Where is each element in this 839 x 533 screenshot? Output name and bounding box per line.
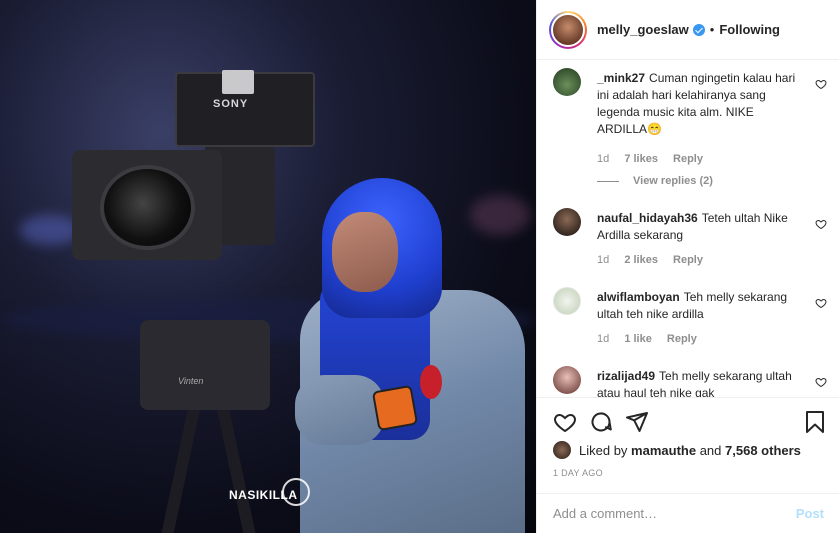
- comment-bubble-icon[interactable]: [589, 410, 613, 434]
- header-separator: •: [709, 22, 715, 37]
- comment-item: alwiflamboyan Teh melly sekarang ultah te…: [553, 287, 833, 357]
- avatar[interactable]: [549, 10, 587, 49]
- comment-username[interactable]: rizalijad49: [597, 369, 655, 383]
- following-button[interactable]: Following: [719, 22, 780, 37]
- comment-username[interactable]: _mink27: [597, 71, 645, 85]
- verified-badge-icon: [692, 23, 705, 36]
- comment-age: 1d: [597, 254, 610, 266]
- comment-username[interactable]: naufal_hidayah36: [597, 211, 698, 225]
- comment-age: 1d: [597, 153, 610, 165]
- view-replies-button[interactable]: View replies (2): [597, 175, 713, 187]
- comment-input[interactable]: [553, 506, 796, 521]
- like-comment-heart-icon[interactable]: [815, 376, 827, 388]
- comment-item: naufal_hidayah36 Teteh ultah Nike Ardilla…: [553, 208, 833, 278]
- comment-likes[interactable]: 1 like: [624, 333, 652, 345]
- likes-count-link[interactable]: 7,568 others: [725, 443, 801, 458]
- post-comment-button[interactable]: Post: [796, 506, 824, 521]
- avatar[interactable]: [553, 208, 581, 236]
- comments-list[interactable]: _mink27 Cuman ngingetin kalau hari ini ad…: [537, 61, 839, 397]
- post-actions-bar: [537, 397, 839, 443]
- post-timestamp[interactable]: 1 DAY AGO: [553, 468, 603, 478]
- comment-meta: 1d 1 like Reply: [597, 333, 709, 345]
- comment-username[interactable]: alwiflamboyan: [597, 290, 680, 304]
- reply-button[interactable]: Reply: [673, 153, 703, 165]
- add-comment-bar: Post: [537, 493, 839, 533]
- reply-button[interactable]: Reply: [673, 254, 703, 266]
- post-header: melly_goeslaw • Following: [537, 0, 839, 60]
- like-heart-icon[interactable]: [553, 410, 577, 434]
- comment-likes[interactable]: 2 likes: [624, 254, 658, 266]
- liked-by-username[interactable]: mamauthe: [631, 443, 696, 458]
- watermark-logo: [282, 478, 310, 506]
- like-comment-heart-icon[interactable]: [815, 218, 827, 230]
- comment-likes[interactable]: 7 likes: [624, 153, 658, 165]
- reply-button[interactable]: Reply: [667, 333, 697, 345]
- like-comment-heart-icon[interactable]: [815, 78, 827, 90]
- liked-by-summary: Liked by mamauthe and 7,568 others: [553, 441, 801, 459]
- comment-age: 1d: [597, 333, 610, 345]
- save-bookmark-icon[interactable]: [803, 410, 827, 434]
- avatar[interactable]: [553, 441, 571, 459]
- share-paper-plane-icon[interactable]: [625, 410, 649, 434]
- camera-brand-label: SONY: [213, 98, 249, 110]
- comment-item: rizalijad49 Teh melly sekarang ultah atau…: [553, 366, 833, 397]
- like-comment-heart-icon[interactable]: [815, 297, 827, 309]
- tripod-brand-label: Vinten: [178, 376, 204, 386]
- comment-meta: 1d 7 likes Reply: [597, 153, 715, 165]
- post-photo[interactable]: SONY Vinten NASIKILLA: [0, 0, 536, 533]
- post-side-panel: melly_goeslaw • Following _mink27 Cuman n…: [536, 0, 839, 533]
- avatar[interactable]: [553, 287, 581, 315]
- comment-meta: 1d 2 likes Reply: [597, 254, 715, 266]
- post-author-username[interactable]: melly_goeslaw: [597, 22, 689, 37]
- avatar[interactable]: [553, 68, 581, 96]
- avatar[interactable]: [553, 366, 581, 394]
